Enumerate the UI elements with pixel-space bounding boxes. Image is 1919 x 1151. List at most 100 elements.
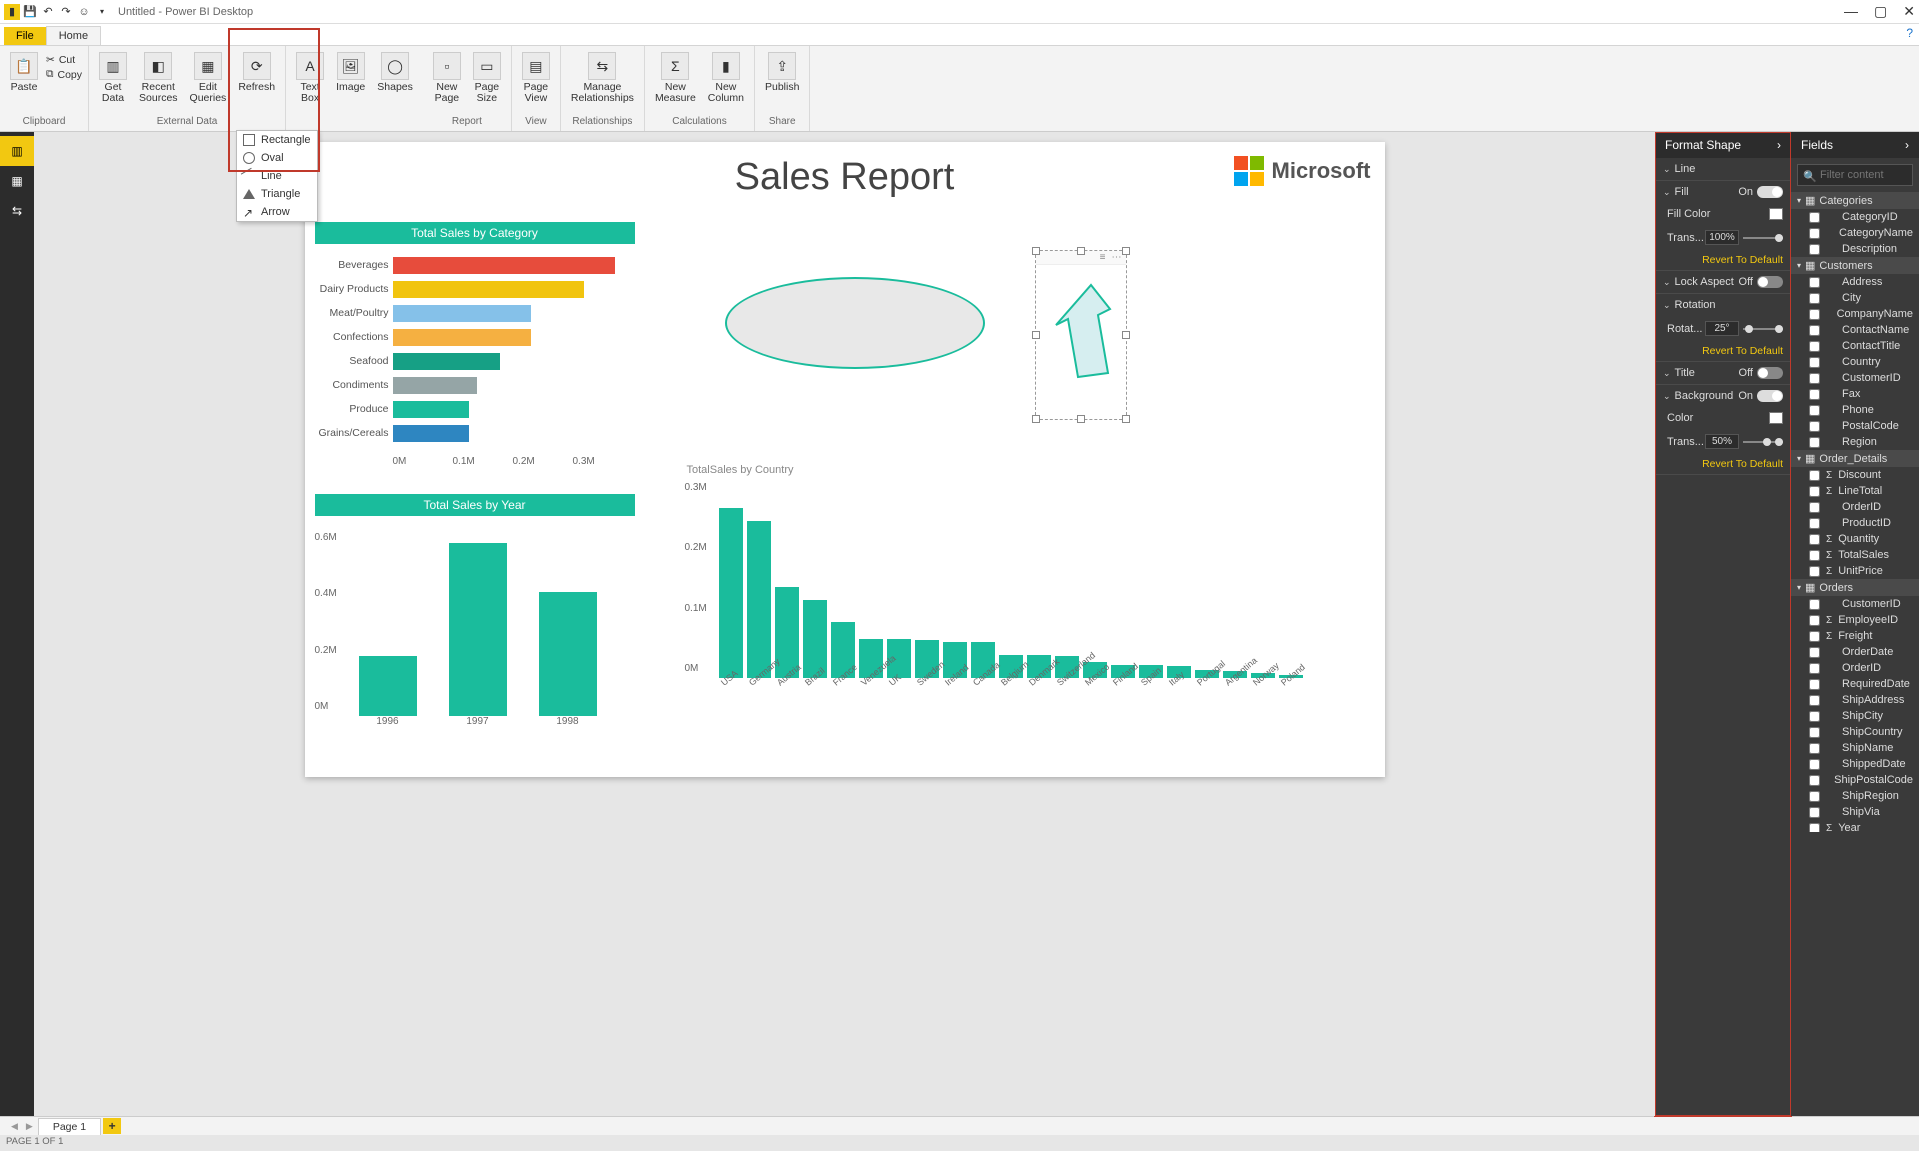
field-item[interactable]: CategoryName [1791,225,1919,241]
help-icon[interactable]: ? [1906,26,1913,40]
field-item[interactable]: ContactName [1791,322,1919,338]
qat-dropdown-icon[interactable]: ▾ [94,4,110,20]
field-item[interactable]: ΣUnitPrice [1791,563,1919,579]
section-line[interactable]: ⌄Line [1655,158,1791,180]
page-prev[interactable]: ◀ [8,1121,21,1132]
trans-input[interactable] [1705,230,1739,245]
shape-arrow[interactable]: ↗Arrow [237,203,317,221]
field-item[interactable]: Address [1791,274,1919,290]
close-button[interactable]: ✕ [1903,3,1915,20]
field-checkbox[interactable] [1809,437,1820,448]
page-view-button[interactable]: ▤Page View [518,50,554,106]
field-item[interactable]: ΣFreight [1791,628,1919,644]
copy-button[interactable]: ⧉Copy [46,68,82,81]
field-item[interactable]: ΣLineTotal [1791,483,1919,499]
field-item[interactable]: ShipVia [1791,804,1919,820]
field-item[interactable]: CustomerID [1791,596,1919,612]
field-item[interactable]: OrderID [1791,660,1919,676]
field-item[interactable]: Description [1791,241,1919,257]
field-checkbox[interactable] [1809,325,1820,336]
bg-toggle[interactable] [1757,390,1783,402]
shape-triangle[interactable]: Triangle [237,185,317,203]
field-checkbox[interactable] [1809,486,1820,497]
field-checkbox[interactable] [1809,647,1820,658]
revert-rotation[interactable]: Revert To Default [1655,341,1791,361]
field-checkbox[interactable] [1809,373,1820,384]
revert-fill[interactable]: Revert To Default [1655,250,1791,270]
field-checkbox[interactable] [1809,309,1820,320]
field-checkbox[interactable] [1809,470,1820,481]
field-item[interactable]: ShipRegion [1791,788,1919,804]
edit-queries-button[interactable]: ▦Edit Queries [186,50,231,106]
field-checkbox[interactable] [1809,566,1820,577]
shape-rectangle[interactable]: Rectangle [237,131,317,149]
field-checkbox[interactable] [1809,791,1820,802]
chart-country[interactable]: TotalSales by Country 0.3M0.2M0.1M0M USA… [685,462,1375,690]
resize-handle[interactable] [1032,331,1040,339]
resize-handle[interactable] [1122,247,1130,255]
new-page-button[interactable]: ▫New Page [429,50,465,106]
field-checkbox[interactable] [1809,695,1820,706]
field-item[interactable]: Fax [1791,386,1919,402]
rotation-input[interactable] [1705,321,1739,336]
field-item[interactable]: ContactTitle [1791,338,1919,354]
tab-home[interactable]: Home [46,26,101,45]
field-item[interactable]: ΣTotalSales [1791,547,1919,563]
smiley-icon[interactable]: ☺ [76,4,92,20]
field-checkbox[interactable] [1809,277,1820,288]
arrow-shape-selected[interactable]: ≡ ⋯ [1035,250,1127,420]
field-item[interactable]: ShipAddress [1791,692,1919,708]
new-column-button[interactable]: ▮New Column [704,50,748,106]
field-checkbox[interactable] [1809,599,1820,610]
resize-handle[interactable] [1122,331,1130,339]
resize-handle[interactable] [1077,247,1085,255]
add-page-button[interactable]: + [103,1118,121,1134]
oval-shape[interactable] [725,277,985,369]
lock-toggle[interactable] [1757,276,1783,288]
chart-year[interactable]: Total Sales by Year 0.6M0.4M0.2M0M 19961… [315,494,635,727]
field-item[interactable]: ΣYear [1791,820,1919,832]
shape-oval[interactable]: Oval [237,149,317,167]
data-view-button[interactable]: ▦ [0,166,34,196]
field-checkbox[interactable] [1809,823,1820,833]
refresh-button[interactable]: ⟳Refresh [234,50,279,95]
shape-line[interactable]: Line [237,167,317,185]
textbox-button[interactable]: AText Box [292,50,328,106]
fill-color-swatch[interactable] [1769,208,1783,220]
field-item[interactable]: ΣQuantity [1791,531,1919,547]
manage-relationships-button[interactable]: ⇆Manage Relationships [567,50,638,106]
rotation-slider[interactable] [1743,328,1783,330]
field-item[interactable]: ShipName [1791,740,1919,756]
section-rotation[interactable]: ⌄Rotation [1655,294,1791,316]
page-next[interactable]: ▶ [23,1121,36,1132]
field-item[interactable]: ShipCountry [1791,724,1919,740]
field-item[interactable]: ΣDiscount [1791,467,1919,483]
field-item[interactable]: ShipPostalCode [1791,772,1919,788]
field-checkbox[interactable] [1809,341,1820,352]
field-table-categories[interactable]: ▾▦Categories [1791,192,1919,209]
field-item[interactable]: Country [1791,354,1919,370]
field-item[interactable]: OrderID [1791,499,1919,515]
report-canvas[interactable]: Sales Report Microsoft Total Sales by Ca… [305,142,1385,777]
field-item[interactable]: Phone [1791,402,1919,418]
field-item[interactable]: ProductID [1791,515,1919,531]
minimize-button[interactable]: — [1844,3,1858,20]
tab-file[interactable]: File [4,27,46,45]
field-checkbox[interactable] [1809,518,1820,529]
field-checkbox[interactable] [1809,631,1820,642]
revert-bg[interactable]: Revert To Default [1655,454,1791,474]
redo-icon[interactable]: ↷ [58,4,74,20]
field-checkbox[interactable] [1809,727,1820,738]
field-checkbox[interactable] [1809,357,1820,368]
page-tab-1[interactable]: Page 1 [38,1118,101,1135]
field-item[interactable]: City [1791,290,1919,306]
section-background[interactable]: ⌄BackgroundOn [1655,385,1791,407]
field-checkbox[interactable] [1809,663,1820,674]
section-lock-aspect[interactable]: ⌄Lock AspectOff [1655,271,1791,293]
canvas-area[interactable]: Sales Report Microsoft Total Sales by Ca… [34,132,1655,1116]
field-checkbox[interactable] [1809,293,1820,304]
field-checkbox[interactable] [1809,212,1820,223]
title-toggle[interactable] [1757,367,1783,379]
field-item[interactable]: ΣEmployeeID [1791,612,1919,628]
field-item[interactable]: CategoryID [1791,209,1919,225]
